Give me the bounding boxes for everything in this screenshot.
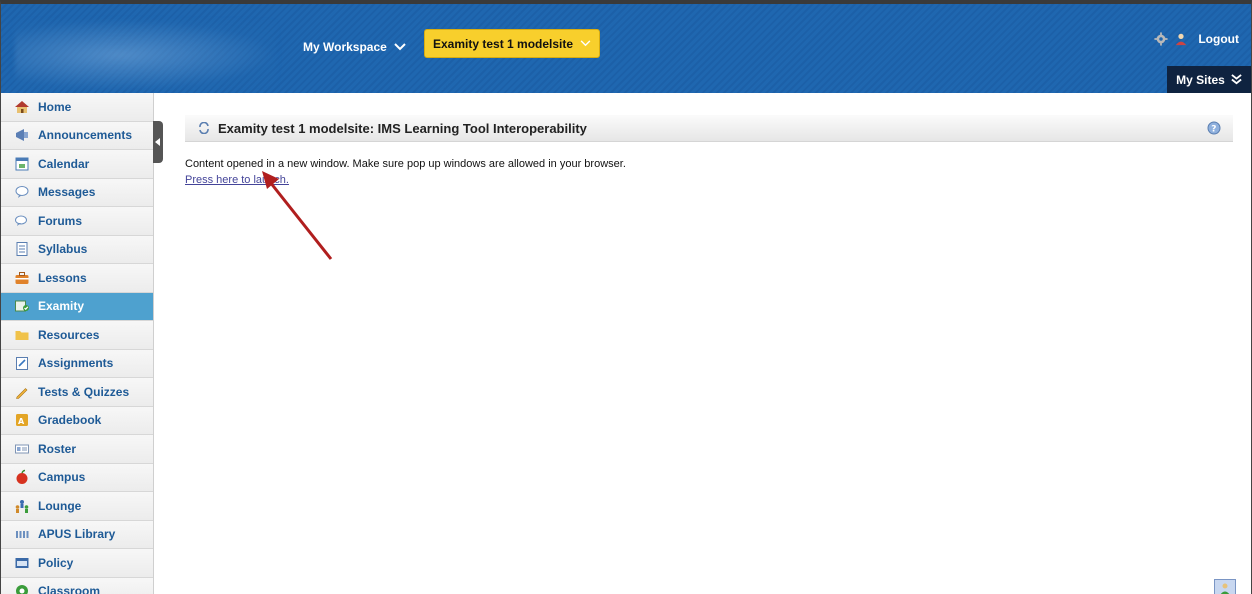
puzzle-icon [15,300,29,312]
page-title: Examity test 1 modelsite: IMS Learning T… [218,120,587,136]
sidebar-item-tests-quizzes[interactable]: Tests & Quizzes [1,378,153,407]
my-workspace-tab[interactable]: My Workspace [303,40,406,54]
sidebar-item-home[interactable]: Home [1,93,153,122]
user-icon[interactable] [1174,32,1188,46]
annotation-arrow [262,171,333,260]
svg-text:A: A [18,417,25,426]
svg-text:?: ? [1211,125,1216,135]
sidebar-item-lounge[interactable]: Lounge [1,492,153,521]
sidebar-item-resources[interactable]: Resources [1,321,153,350]
my-sites-label: My Sites [1176,72,1225,87]
forum-bubbles-icon [15,215,27,226]
sidebar-item-assignments[interactable]: Assignments [1,349,153,378]
sidebar-item-roster[interactable]: Roster [1,435,153,464]
speech-bubble-icon [15,186,29,199]
help-icon[interactable]: ? [1207,121,1221,135]
gear-icon[interactable] [1154,32,1168,46]
tool-menu: Home Announcements Calendar Messages For… [1,93,154,594]
person-icon [1220,583,1230,594]
chevron-down-icon [580,40,591,47]
folder-icon [15,330,29,340]
briefcase-icon [15,271,29,284]
apple-icon [16,470,28,485]
sidebar-item-apus-library[interactable]: APUS Library [1,520,153,549]
reset-icon[interactable] [198,122,210,134]
presence-icon[interactable] [1214,579,1236,594]
people-icon [15,499,29,513]
policy-icon [15,557,29,568]
sidebar-item-forums[interactable]: Forums [1,207,153,236]
library-icon [16,531,29,539]
document-icon [16,242,28,257]
header-tools: Logout [1154,32,1239,46]
classroom-icon [16,585,28,594]
gradebook-icon: A [16,414,28,427]
my-workspace-label: My Workspace [303,40,387,54]
calendar-icon [15,157,29,171]
institution-logo [15,20,277,90]
portal-header: My Workspace Examity test 1 modelsite Lo… [1,4,1251,93]
current-site-label: Examity test 1 modelsite [433,36,574,51]
caret-left-icon [155,138,160,146]
id-card-icon [15,444,29,454]
clipboard-icon [16,357,28,371]
sidebar-item-gradebook[interactable]: A Gradebook [1,406,153,435]
tool-content: Examity test 1 modelsite: IMS Learning T… [185,115,1233,188]
sidebar-item-syllabus[interactable]: Syllabus [1,235,153,264]
megaphone-icon [16,129,28,142]
sidebar-item-campus[interactable]: Campus [1,463,153,492]
my-sites-button[interactable]: My Sites [1167,66,1251,93]
home-icon [15,100,29,113]
collapse-menu-handle[interactable] [153,121,163,163]
sidebar-item-calendar[interactable]: Calendar [1,150,153,179]
pencil-icon [16,387,28,399]
sidebar-item-classroom[interactable]: Classroom [1,577,153,594]
chevron-down-icon [394,43,406,51]
sidebar-item-examity[interactable]: Examity [1,292,153,321]
sidebar-item-lessons[interactable]: Lessons [1,264,153,293]
current-site-tab[interactable]: Examity test 1 modelsite [424,29,600,58]
double-chevron-down-icon [1231,74,1242,85]
logout-link[interactable]: Logout [1198,32,1239,46]
sidebar-item-announcements[interactable]: Announcements [1,121,153,150]
popup-notice: Content opened in a new window. Make sur… [185,158,626,170]
sidebar-item-policy[interactable]: Policy [1,549,153,578]
tool-title-bar: Examity test 1 modelsite: IMS Learning T… [185,115,1233,142]
browser-frame: My Workspace Examity test 1 modelsite Lo… [0,0,1252,594]
sidebar-item-messages[interactable]: Messages [1,178,153,207]
